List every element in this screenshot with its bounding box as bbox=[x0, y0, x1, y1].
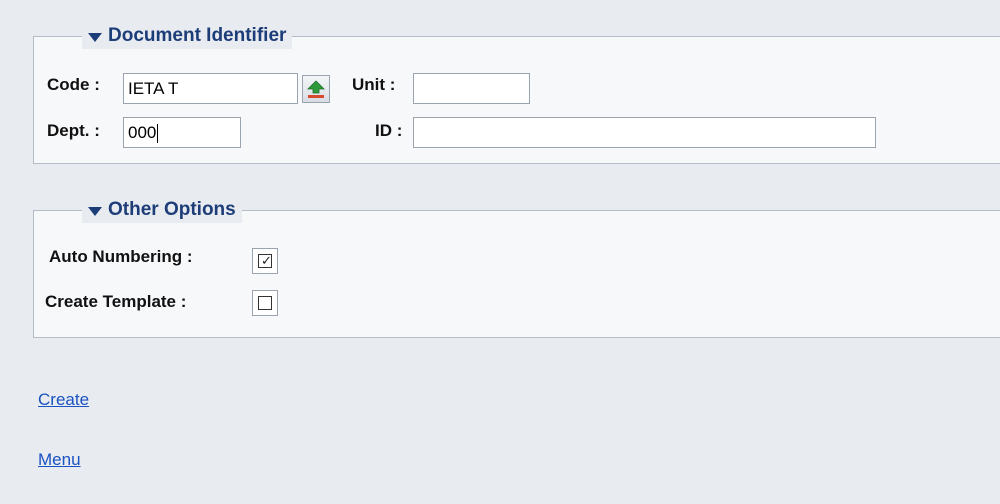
other-options-panel: Other Options bbox=[33, 197, 1000, 338]
create-template-checkbox[interactable] bbox=[252, 290, 278, 316]
dept-label: Dept. : bbox=[47, 121, 100, 140]
other-options-title: Other Options bbox=[108, 199, 236, 220]
code-lookup-button[interactable] bbox=[302, 75, 330, 103]
other-options-legend[interactable]: Other Options bbox=[82, 197, 242, 223]
document-identifier-legend[interactable]: Document Identifier bbox=[82, 23, 293, 49]
unit-label: Unit : bbox=[352, 75, 396, 94]
page: Document Identifier Code : IETA T Unit :… bbox=[0, 0, 1000, 504]
unit-input[interactable] bbox=[413, 73, 530, 104]
auto-numbering-checkbox[interactable]: ✓ bbox=[252, 248, 278, 274]
lookup-arrow-icon bbox=[307, 80, 325, 98]
menu-link[interactable]: Menu bbox=[38, 450, 81, 470]
code-label: Code : bbox=[47, 75, 100, 94]
dept-input[interactable]: 000 bbox=[123, 117, 241, 148]
code-input[interactable]: IETA T bbox=[123, 73, 298, 104]
triangle-down-icon bbox=[88, 206, 102, 216]
create-template-label: Create Template : bbox=[45, 292, 187, 311]
id-input[interactable] bbox=[413, 117, 876, 148]
document-identifier-title: Document Identifier bbox=[108, 25, 287, 46]
triangle-down-icon bbox=[88, 32, 102, 42]
dept-value: 000 bbox=[128, 123, 157, 142]
text-caret bbox=[157, 124, 159, 144]
checkbox-box bbox=[258, 296, 272, 310]
checkmark-icon: ✓ bbox=[261, 253, 272, 268]
id-label: ID : bbox=[375, 121, 403, 140]
auto-numbering-label: Auto Numbering : bbox=[49, 247, 193, 266]
checkbox-box: ✓ bbox=[258, 254, 272, 268]
create-link[interactable]: Create bbox=[38, 390, 89, 410]
